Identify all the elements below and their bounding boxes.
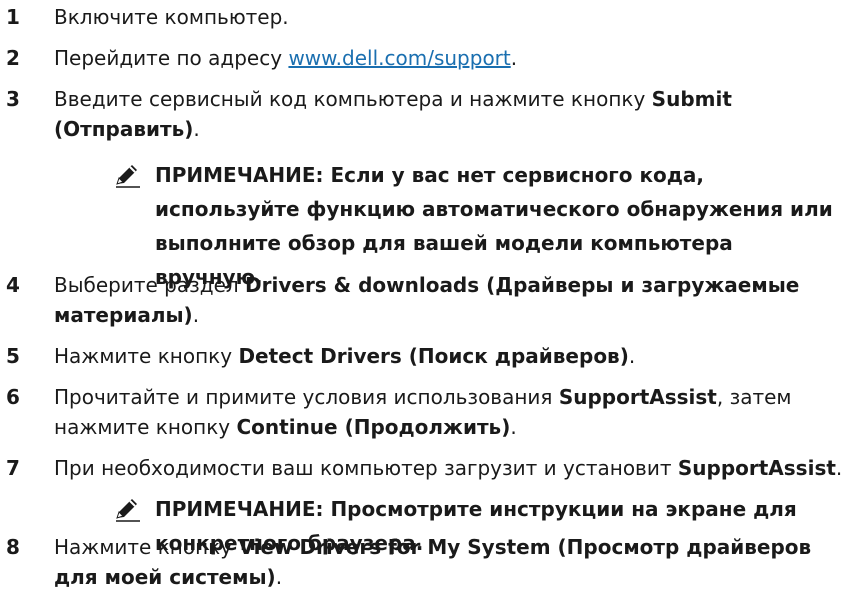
step-text-part: Выберите раздел xyxy=(54,273,246,297)
step-text-part: Нажмите кнопку xyxy=(54,344,239,368)
step-text: Прочитайте и примите условия использован… xyxy=(54,382,846,442)
step-text: Включите компьютер. xyxy=(54,5,289,29)
step-number: 5 xyxy=(6,344,20,368)
step-text-part: При необходимости ваш компьютер загрузит… xyxy=(54,456,678,480)
step-text: Введите сервисный код компьютера и нажми… xyxy=(54,84,846,144)
step-text-part: Перейдите по адресу xyxy=(54,46,289,70)
step-number: 4 xyxy=(6,273,20,297)
step-text-part: . xyxy=(510,46,518,70)
dell-support-link[interactable]: www.dell.com/support xyxy=(288,46,510,70)
step-text: Выберите раздел Drivers & downloads (Дра… xyxy=(54,270,846,330)
step-text: Перейдите по адресу www.dell.com/support… xyxy=(54,43,846,73)
detect-drivers-label: Detect Drivers (Поиск драйверов) xyxy=(238,344,629,368)
step-text: Нажмите кнопку Detect Drivers (Поиск дра… xyxy=(54,341,846,371)
step-text-part: . xyxy=(193,117,200,141)
pencil-note-icon xyxy=(116,499,140,522)
instruction-document: 1 Включите компьютер. 2 Перейдите по адр… xyxy=(0,0,856,595)
step-number: 1 xyxy=(6,5,20,29)
step-text-part: . xyxy=(275,565,283,589)
step-text-part: . xyxy=(835,456,843,480)
step-number: 8 xyxy=(6,535,20,559)
step-text-part: Нажмите кнопку xyxy=(54,535,239,559)
pencil-note-icon xyxy=(116,165,140,188)
step-text-part: . xyxy=(510,415,517,439)
step-text-part: . xyxy=(192,303,200,327)
supportassist-label: SupportAssist xyxy=(677,456,836,480)
step-text-part: Прочитайте и примите условия использован… xyxy=(54,385,559,409)
step-text-part: . xyxy=(628,344,636,368)
supportassist-label: SupportAssist xyxy=(558,385,717,409)
step-number: 6 xyxy=(6,385,20,409)
step-number: 3 xyxy=(6,87,20,111)
step-number: 2 xyxy=(6,46,20,70)
step-text: Нажмите кнопку View Drivers for My Syste… xyxy=(54,532,846,592)
step-text-part: Введите сервисный код компьютера и нажми… xyxy=(54,87,652,111)
step-text: При необходимости ваш компьютер загрузит… xyxy=(54,453,846,483)
continue-label: Continue (Продолжить) xyxy=(236,415,511,439)
step-number: 7 xyxy=(6,456,20,480)
